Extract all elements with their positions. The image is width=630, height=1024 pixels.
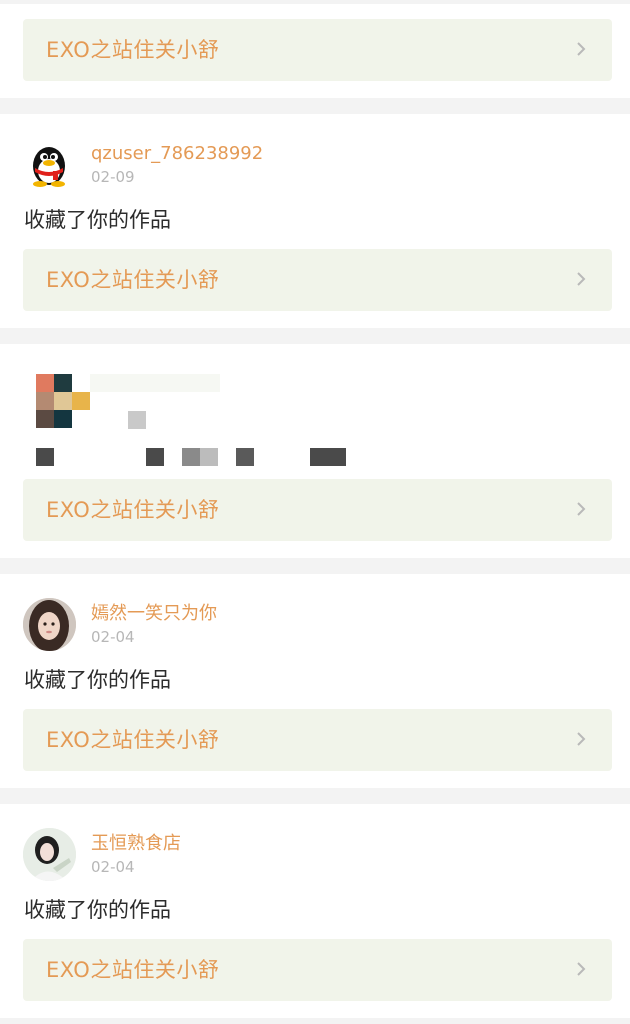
obscured-avatar (36, 374, 96, 434)
notification-card: 玉恒熟食店 02-04 收藏了你的作品 EXO之站住关小舒 (0, 804, 630, 1018)
work-link-bar[interactable]: EXO之站住关小舒 (23, 479, 612, 541)
date: 02-04 (91, 628, 135, 646)
user-photo-icon (23, 828, 76, 881)
work-link-bar[interactable]: EXO之站住关小舒 (23, 19, 612, 81)
work-link-label: EXO之站住关小舒 (46, 38, 220, 62)
user-photo-icon (23, 598, 76, 651)
chevron-right-icon (577, 962, 586, 976)
date: 02-09 (91, 168, 135, 186)
notification-card: 嫣然一笑只为你 02-04 收藏了你的作品 EXO之站住关小舒 (0, 574, 630, 788)
username[interactable]: qzuser_786238992 (91, 143, 263, 165)
chevron-right-icon (577, 732, 586, 746)
chevron-right-icon (577, 272, 586, 286)
notification-card: EXO之站住关小舒 (0, 344, 630, 558)
work-link-label: EXO之站住关小舒 (46, 958, 220, 982)
chevron-right-icon (577, 42, 586, 56)
work-link-bar[interactable]: EXO之站住关小舒 (23, 249, 612, 311)
action-text: 收藏了你的作品 (24, 208, 171, 232)
work-link-bar[interactable]: EXO之站住关小舒 (23, 939, 612, 1001)
avatar[interactable] (23, 828, 76, 881)
action-text: 收藏了你的作品 (24, 898, 171, 922)
chevron-right-icon (577, 502, 586, 516)
date: 02-04 (91, 858, 135, 876)
avatar[interactable] (23, 138, 76, 191)
obscured-date (128, 411, 146, 429)
work-link-label: EXO之站住关小舒 (46, 268, 220, 292)
qq-penguin-icon (33, 147, 65, 187)
work-link-label: EXO之站住关小舒 (46, 498, 220, 522)
notification-card: qzuser_786238992 02-09 收藏了你的作品 EXO之站住关小舒 (0, 114, 630, 328)
work-link-label: EXO之站住关小舒 (46, 728, 220, 752)
avatar[interactable] (23, 598, 76, 651)
username[interactable]: 玉恒熟食店 (91, 833, 181, 855)
obscured-action-text (36, 448, 346, 466)
obscured-username (90, 374, 230, 394)
username[interactable]: 嫣然一笑只为你 (91, 603, 217, 625)
notification-card: EXO之站住关小舒 (0, 4, 630, 98)
action-text: 收藏了你的作品 (24, 668, 171, 692)
work-link-bar[interactable]: EXO之站住关小舒 (23, 709, 612, 771)
